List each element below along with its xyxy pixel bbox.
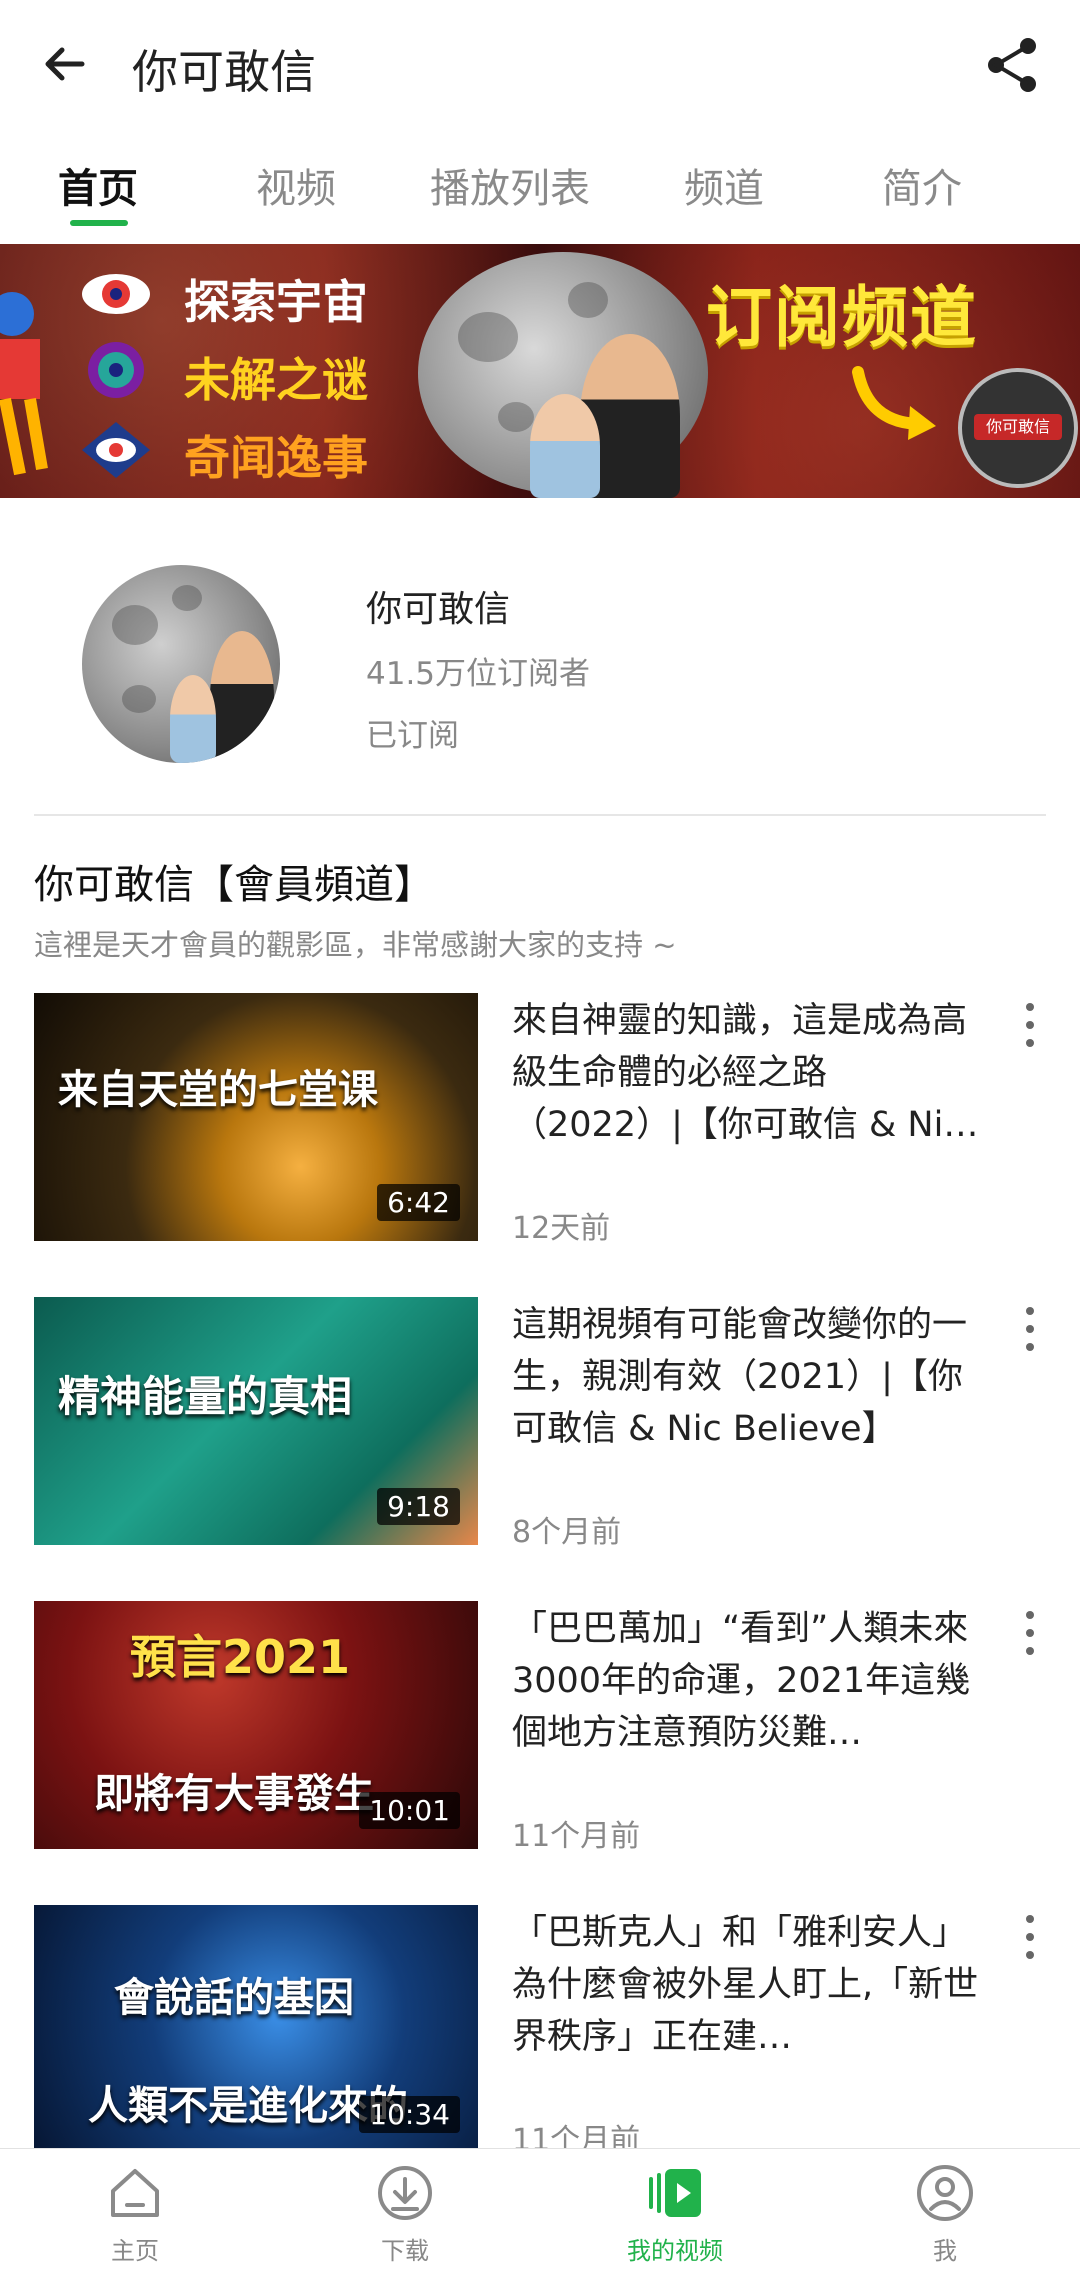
bottom-navigation: 主页 下载 我的视频 我 (0, 2148, 1080, 2274)
video-title[interactable]: 來自神靈的知識，這是成為高級生命體的必經之路（2022）|【你可敢信 & Nic… (512, 995, 984, 1151)
nav-my-videos[interactable]: 我的视频 (540, 2149, 810, 2274)
nav-label: 我的视频 (627, 2237, 723, 2265)
video-duration: 10:01 (359, 1792, 460, 1829)
nav-download[interactable]: 下载 (270, 2149, 540, 2274)
video-upload-time: 8个月前 (512, 1515, 622, 1550)
app-header: 你可敢信 (0, 0, 1080, 129)
video-item[interactable]: 精神能量的真相 9:18 這期視頻有可能會改變你的一生，親測有效（2021）|【… (0, 1297, 1080, 1557)
cartoon-figure-icon (0, 292, 48, 476)
banner-line-1: 探索宇宙 (184, 275, 368, 329)
divider (34, 814, 1046, 816)
thumbnail-caption-top: 會說話的基因 (114, 1975, 354, 2021)
video-thumbnail[interactable]: 預言2021 即將有大事發生 10:01 (34, 1601, 478, 1849)
tab-channels[interactable]: 频道 (684, 156, 764, 214)
video-item[interactable]: 来自天堂的七堂课 6:42 來自神靈的知識，這是成為高級生命體的必經之路（202… (0, 993, 1080, 1253)
tab-about[interactable]: 简介 (882, 156, 962, 214)
tab-videos[interactable]: 视频 (256, 156, 336, 214)
subscriber-count: 41.5万位订阅者 (366, 656, 591, 692)
page-title: 你可敢信 (132, 45, 316, 99)
channel-avatar[interactable] (82, 565, 280, 763)
arrow-left-icon[interactable] (38, 38, 90, 90)
section-description: 這裡是天才會員的觀影區，非常感謝大家的支持 ~ (34, 928, 677, 962)
video-upload-time: 12天前 (512, 1211, 611, 1246)
nav-label: 我 (933, 2237, 957, 2265)
mystery-eye-icon (88, 342, 144, 398)
download-icon (378, 2166, 432, 2220)
section-title: 你可敢信【會員頻道】 (34, 862, 434, 908)
profile-icon (917, 2165, 973, 2221)
video-thumbnail[interactable]: 精神能量的真相 9:18 (34, 1297, 478, 1545)
my-videos-icon (649, 2169, 701, 2217)
more-options-icon[interactable] (1020, 1609, 1040, 1657)
video-thumbnail[interactable]: 来自天堂的七堂课 6:42 (34, 993, 478, 1241)
video-title[interactable]: 「巴巴萬加」“看到”人類未來3000年的命運，2021年這幾個地方注意預防災難… (512, 1603, 984, 1759)
video-duration: 9:18 (377, 1488, 460, 1525)
tab-home[interactable]: 首页 (58, 156, 138, 214)
video-duration: 6:42 (377, 1184, 460, 1221)
nav-me[interactable]: 我 (810, 2149, 1080, 2274)
more-options-icon[interactable] (1020, 1305, 1040, 1353)
home-icon (111, 2169, 159, 2217)
child-photo (530, 394, 600, 498)
subscribe-banner-text: 订阅频道 (706, 279, 978, 356)
thumbnail-caption-bottom: 即將有大事發生 (94, 1771, 374, 1817)
banner-line-2: 未解之谜 (184, 353, 368, 407)
channel-name: 你可敢信 (366, 589, 511, 630)
more-options-icon[interactable] (1020, 1913, 1040, 1961)
nav-label: 主页 (111, 2237, 159, 2265)
channel-badge: 你可敢信 (958, 368, 1078, 488)
more-options-icon[interactable] (1020, 1001, 1040, 1049)
eye-icon (82, 274, 150, 314)
nav-label: 下载 (381, 2237, 429, 2265)
share-icon[interactable] (984, 36, 1042, 94)
active-tab-indicator (70, 220, 128, 226)
nav-home[interactable]: 主页 (0, 2149, 270, 2274)
banner-line-3: 奇闻逸事 (184, 431, 368, 485)
thumbnail-caption-top: 預言2021 (130, 1630, 351, 1684)
tab-playlists[interactable]: 播放列表 (430, 156, 590, 214)
subscribe-status[interactable]: 已订阅 (366, 710, 459, 755)
thumbnail-caption: 精神能量的真相 (58, 1372, 353, 1421)
diamond-eye-icon (82, 422, 150, 478)
video-title[interactable]: 「巴斯克人」和「雅利安人」為什麼會被外星人盯上,「新世界秩序」正在建… (512, 1907, 984, 2063)
video-item[interactable]: 會說話的基因 人類不是進化來的 10:34 「巴斯克人」和「雅利安人」為什麼會被… (0, 1905, 1080, 2165)
video-item[interactable]: 預言2021 即將有大事發生 10:01 「巴巴萬加」“看到”人類未來3000年… (0, 1601, 1080, 1861)
channel-tabs: 首页 视频 播放列表 频道 简介 (0, 128, 1080, 244)
thumbnail-caption: 来自天堂的七堂课 (58, 1067, 378, 1113)
video-upload-time: 11个月前 (512, 1819, 641, 1854)
video-title[interactable]: 這期視頻有可能會改變你的一生，親測有效（2021）|【你可敢信 & Nic Be… (512, 1299, 984, 1455)
video-thumbnail[interactable]: 會說話的基因 人類不是進化來的 10:34 (34, 1905, 478, 2153)
badge-text: 你可敢信 (974, 414, 1062, 440)
video-duration: 10:34 (359, 2096, 460, 2133)
channel-banner: 探索宇宙 未解之谜 奇闻逸事 订阅频道 你可敢信 (0, 244, 1080, 498)
curved-arrow-icon (852, 366, 936, 440)
